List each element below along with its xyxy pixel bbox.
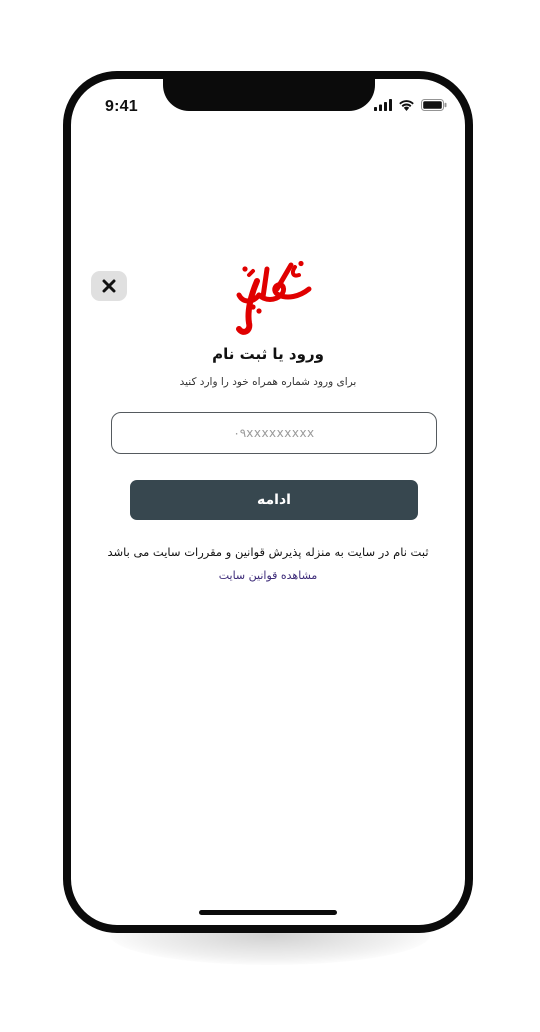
status-time: 9:41 [105, 98, 138, 115]
close-icon [102, 279, 116, 293]
phone-frame: 9:41 ورود یا ثبت نام برای ورود شماره همر… [63, 71, 473, 933]
view-terms-link[interactable]: مشاهده قوانین سایت [71, 569, 465, 582]
home-indicator [199, 910, 337, 915]
status-icons [374, 99, 447, 111]
brand-logo [236, 260, 312, 335]
page-subtitle: برای ورود شماره همراه خود را وارد کنید [179, 376, 357, 388]
notch [163, 79, 375, 111]
page-title: ورود یا ثبت نام [212, 345, 324, 363]
stage: 9:41 ورود یا ثبت نام برای ورود شماره همر… [0, 0, 540, 1032]
wifi-icon [399, 100, 414, 111]
close-button[interactable] [91, 271, 127, 301]
terms-notice: ثبت نام در سایت به منزله پذیرش قوانین و … [107, 545, 429, 559]
continue-button[interactable]: ادامه [130, 480, 418, 520]
cellular-signal-icon [374, 99, 392, 111]
battery-icon [421, 99, 447, 111]
phone-number-input[interactable] [111, 412, 437, 454]
